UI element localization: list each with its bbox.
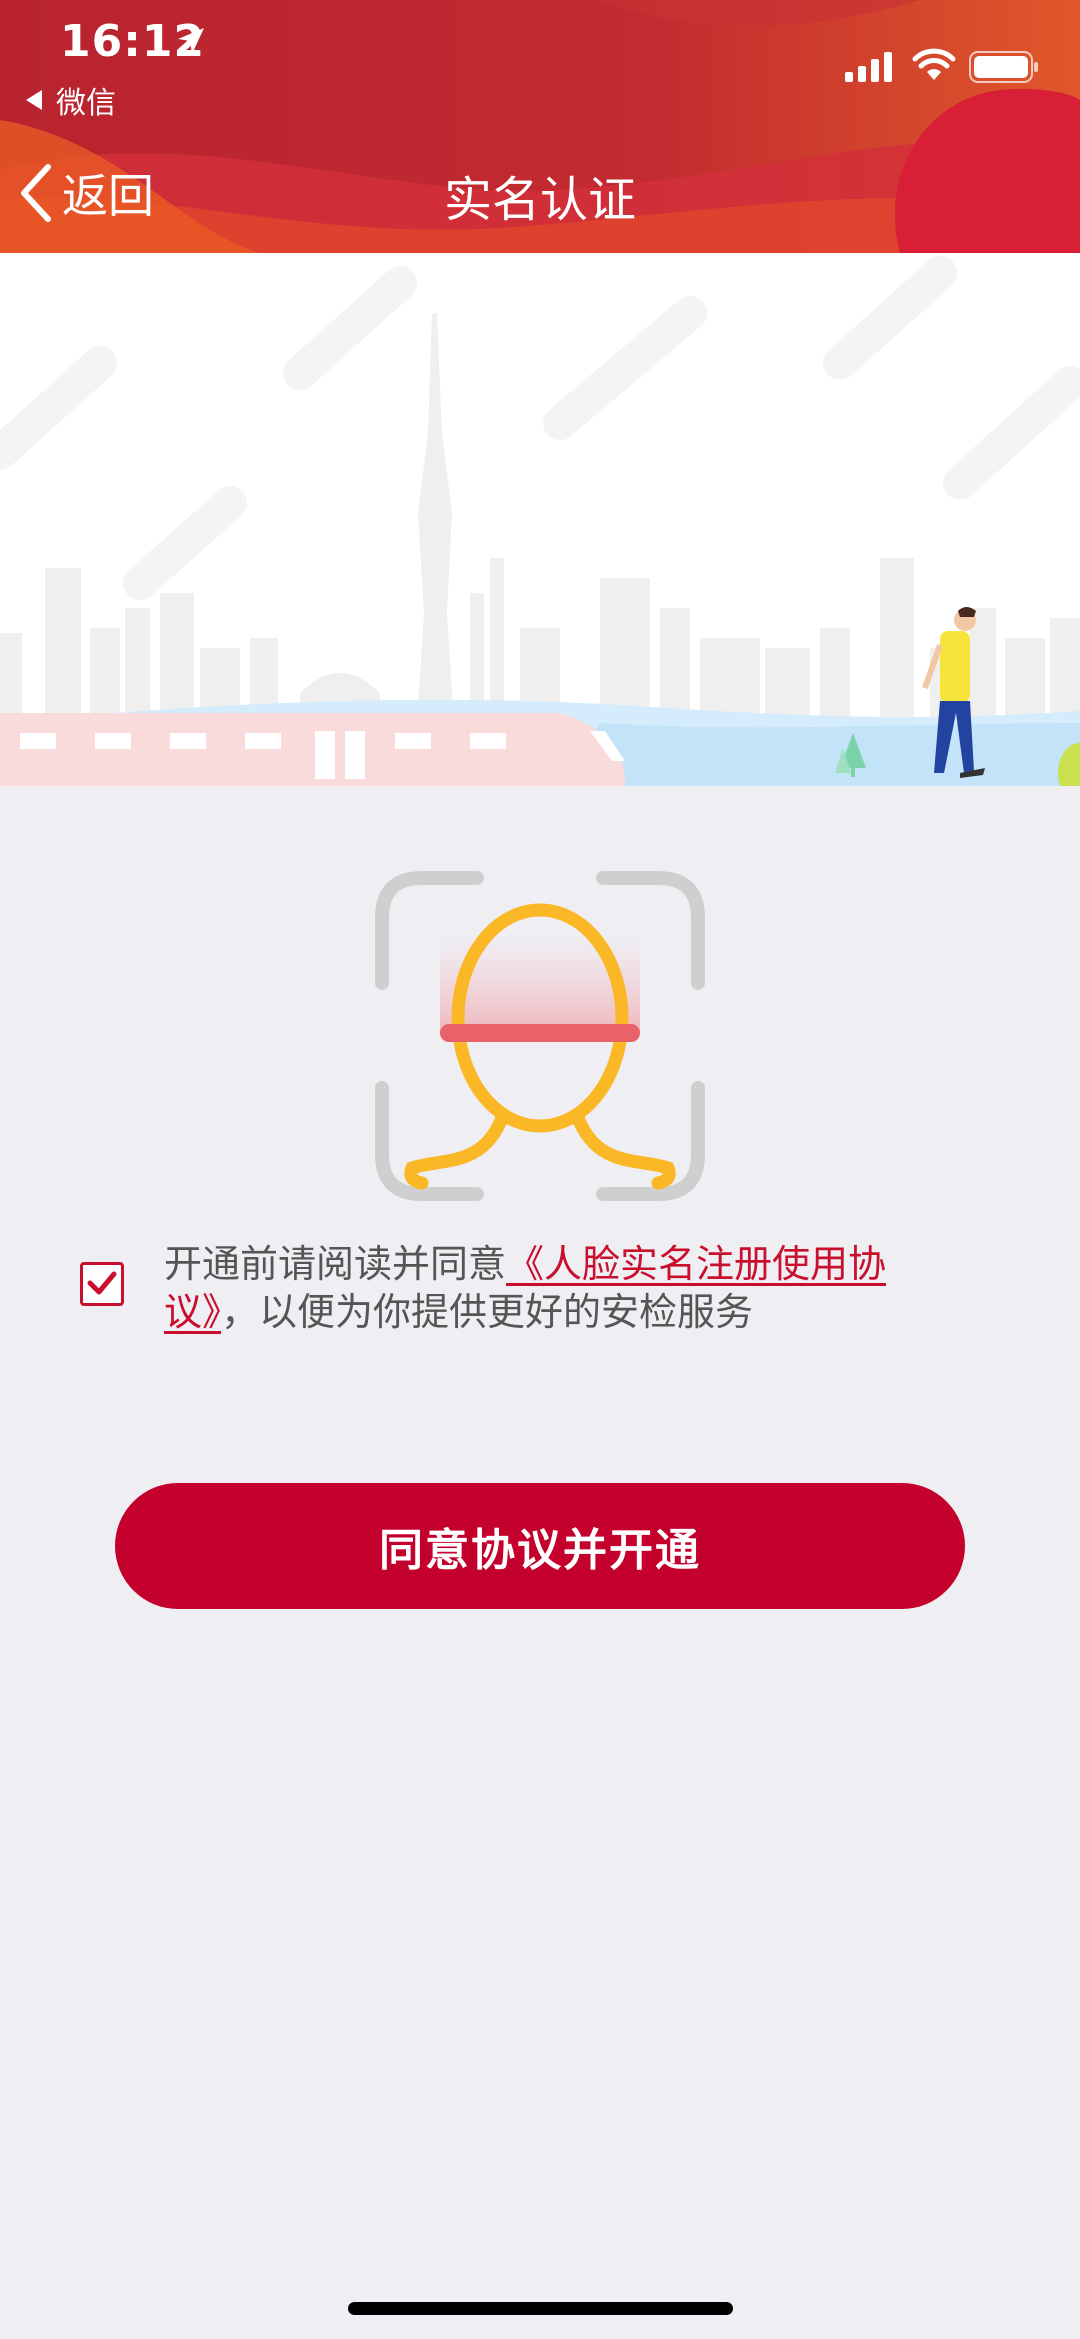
location-arrow-icon: [178, 28, 204, 54]
signal-icon: [845, 52, 892, 82]
nav-back-label: 返回: [62, 169, 154, 223]
face-scan-icon: [375, 871, 705, 1201]
back-to-app-label: 微信: [56, 86, 116, 121]
agree-and-activate-button[interactable]: 同意协议并开通: [115, 1483, 965, 1609]
banner-illustration: [0, 253, 1080, 786]
agreement-text: 开通前请阅读并同意《人脸实名注册使用协议》，以便为你提供更好的安检服务: [164, 1240, 944, 1336]
agreement-suffix: ，以便为你提供更好的安检服务: [221, 1290, 754, 1334]
chevron-left-icon: [21, 164, 51, 222]
city-skyline-illustration: [0, 256, 1080, 786]
header: 16:12 微信 返回 实名认证: [0, 0, 1080, 253]
agreement-prefix: 开通前请阅读并同意: [164, 1242, 507, 1286]
back-to-app[interactable]: 微信: [26, 78, 116, 122]
agreement-checkbox[interactable]: [80, 1262, 124, 1306]
battery-icon: [969, 51, 1038, 83]
wifi-icon: [912, 48, 956, 80]
page: 16:12 微信 返回 实名认证 开通前请阅读并同意《人脸实名注册使用协议》，以…: [0, 0, 1080, 2339]
checkmark-icon: [87, 1271, 117, 1295]
back-triangle-icon: [26, 90, 42, 110]
nav-back-button[interactable]: 返回: [18, 160, 154, 226]
home-indicator: [348, 2302, 733, 2315]
